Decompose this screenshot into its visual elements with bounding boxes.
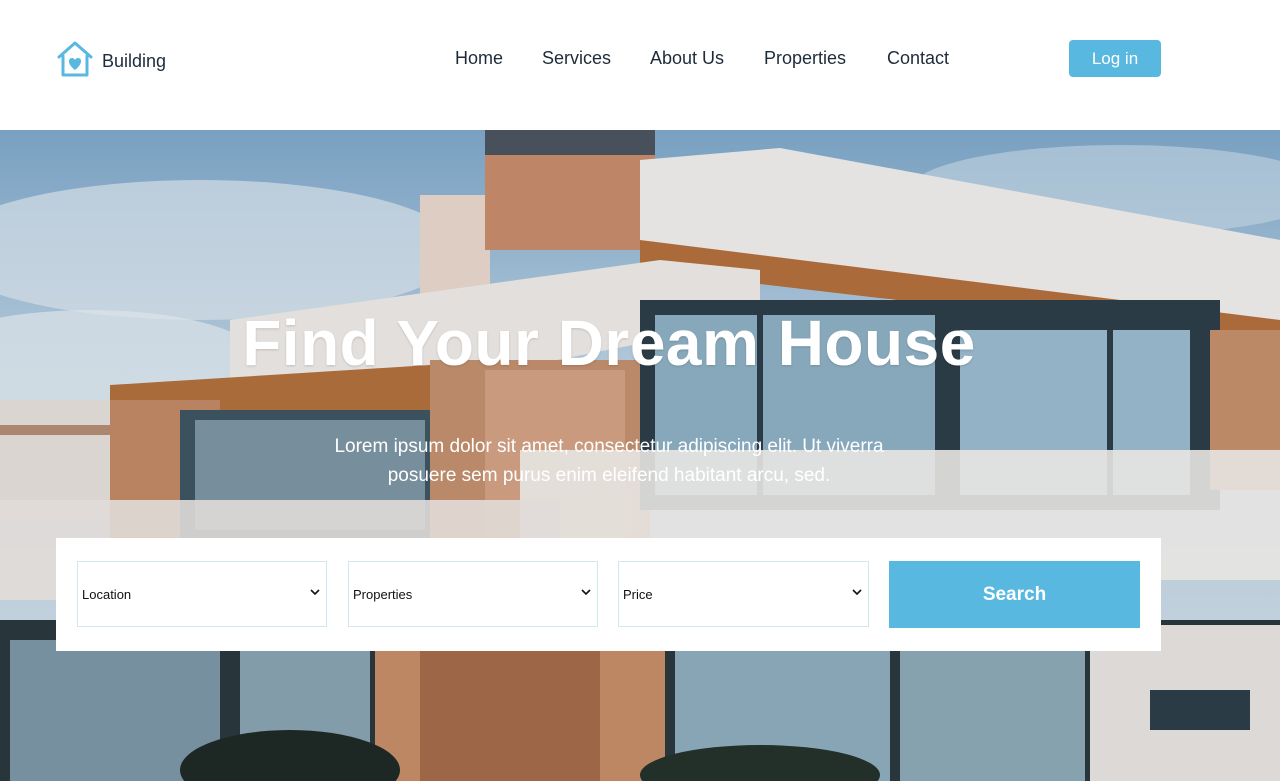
hero-title: Find Your Dream House bbox=[242, 307, 976, 379]
properties-select[interactable]: Properties bbox=[348, 561, 598, 627]
nav-contact[interactable]: Contact bbox=[887, 48, 949, 69]
price-select-label: Price bbox=[623, 587, 653, 602]
nav-about-us[interactable]: About Us bbox=[650, 48, 724, 69]
hero-subtitle: Lorem ipsum dolor sit amet, consectetur … bbox=[334, 436, 884, 486]
nav-properties[interactable]: Properties bbox=[764, 48, 846, 69]
hero-section: Find Your Dream House Lorem ipsum dolor … bbox=[0, 130, 1280, 781]
brand-logo[interactable]: Building bbox=[55, 40, 166, 78]
price-select[interactable]: Price bbox=[618, 561, 869, 627]
login-button[interactable]: Log in bbox=[1069, 40, 1161, 77]
chevron-down-icon bbox=[852, 589, 862, 596]
nav-services[interactable]: Services bbox=[542, 48, 611, 69]
site-header: Building Home Services About Us Properti… bbox=[0, 0, 1280, 130]
brand-name: Building bbox=[102, 50, 167, 71]
chevron-down-icon bbox=[581, 589, 591, 596]
chevron-down-icon bbox=[310, 589, 320, 596]
location-select-label: Location bbox=[82, 587, 132, 602]
nav-home[interactable]: Home bbox=[455, 48, 503, 69]
location-select[interactable]: Location bbox=[77, 561, 327, 627]
property-search-panel: Location Properties Price Search bbox=[56, 538, 1161, 651]
properties-select-label: Properties bbox=[353, 587, 413, 602]
search-button[interactable]: Search bbox=[889, 561, 1140, 628]
house-heart-icon bbox=[57, 41, 93, 77]
